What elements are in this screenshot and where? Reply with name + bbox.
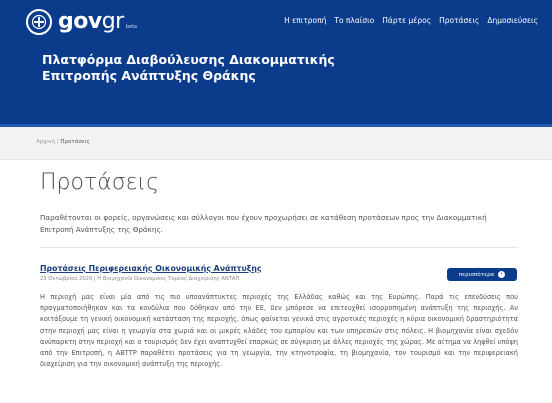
nav-item-participate[interactable]: Πάρτε μέρος: [382, 16, 431, 25]
logo-tag: beta: [125, 24, 137, 30]
page-title: Προτάσεις: [40, 170, 159, 195]
section-divider: [40, 247, 518, 248]
proposal-meta: 23 Οκτωβρίου 2020 | Η Βιομηχανία Οικονομ…: [40, 276, 240, 282]
read-more-label: περισσότερα: [458, 271, 495, 278]
read-more-button[interactable]: περισσότερα ›: [447, 268, 517, 281]
proposal-body: Η περιοχή μας είναι μία από τις πιο υποα…: [40, 293, 518, 369]
arrow-right-icon: ›: [498, 271, 506, 278]
proposal-title-link[interactable]: Προτάσεις Περιφερειακής Οικονομικής Ανάπ…: [40, 264, 262, 273]
breadcrumb: Αρχική / Προτάσεις: [36, 139, 90, 145]
nav-item-publications[interactable]: Δημοσιεύσεις: [487, 16, 538, 25]
logo-text: govgr: [58, 9, 124, 34]
nav-item-proposals[interactable]: Προτάσεις: [439, 16, 479, 25]
greek-emblem-icon: [26, 9, 52, 35]
nav-item-committee[interactable]: Η επιτροπή: [284, 16, 326, 25]
breadcrumb-current: Προτάσεις: [60, 139, 90, 145]
main-nav: Η επιτροπή Το πλαίσιο Πάρτε μέρος Προτάσ…: [284, 16, 538, 25]
site-header: govgr beta Η επιτροπή Το πλαίσιο Πάρτε μ…: [0, 0, 552, 124]
breadcrumb-home[interactable]: Αρχική: [36, 139, 55, 145]
platform-title: Πλατφόρμα Διαβούλευσης Διακομματικής Επι…: [42, 52, 335, 83]
page-intro: Παραθέτονται οι φορείς, οργανώσεις και σ…: [40, 213, 487, 234]
breadcrumb-bar: Αρχική / Προτάσεις: [0, 127, 552, 160]
nav-item-framework[interactable]: Το πλαίσιο: [334, 16, 374, 25]
govgr-logo[interactable]: govgr beta: [26, 9, 137, 35]
